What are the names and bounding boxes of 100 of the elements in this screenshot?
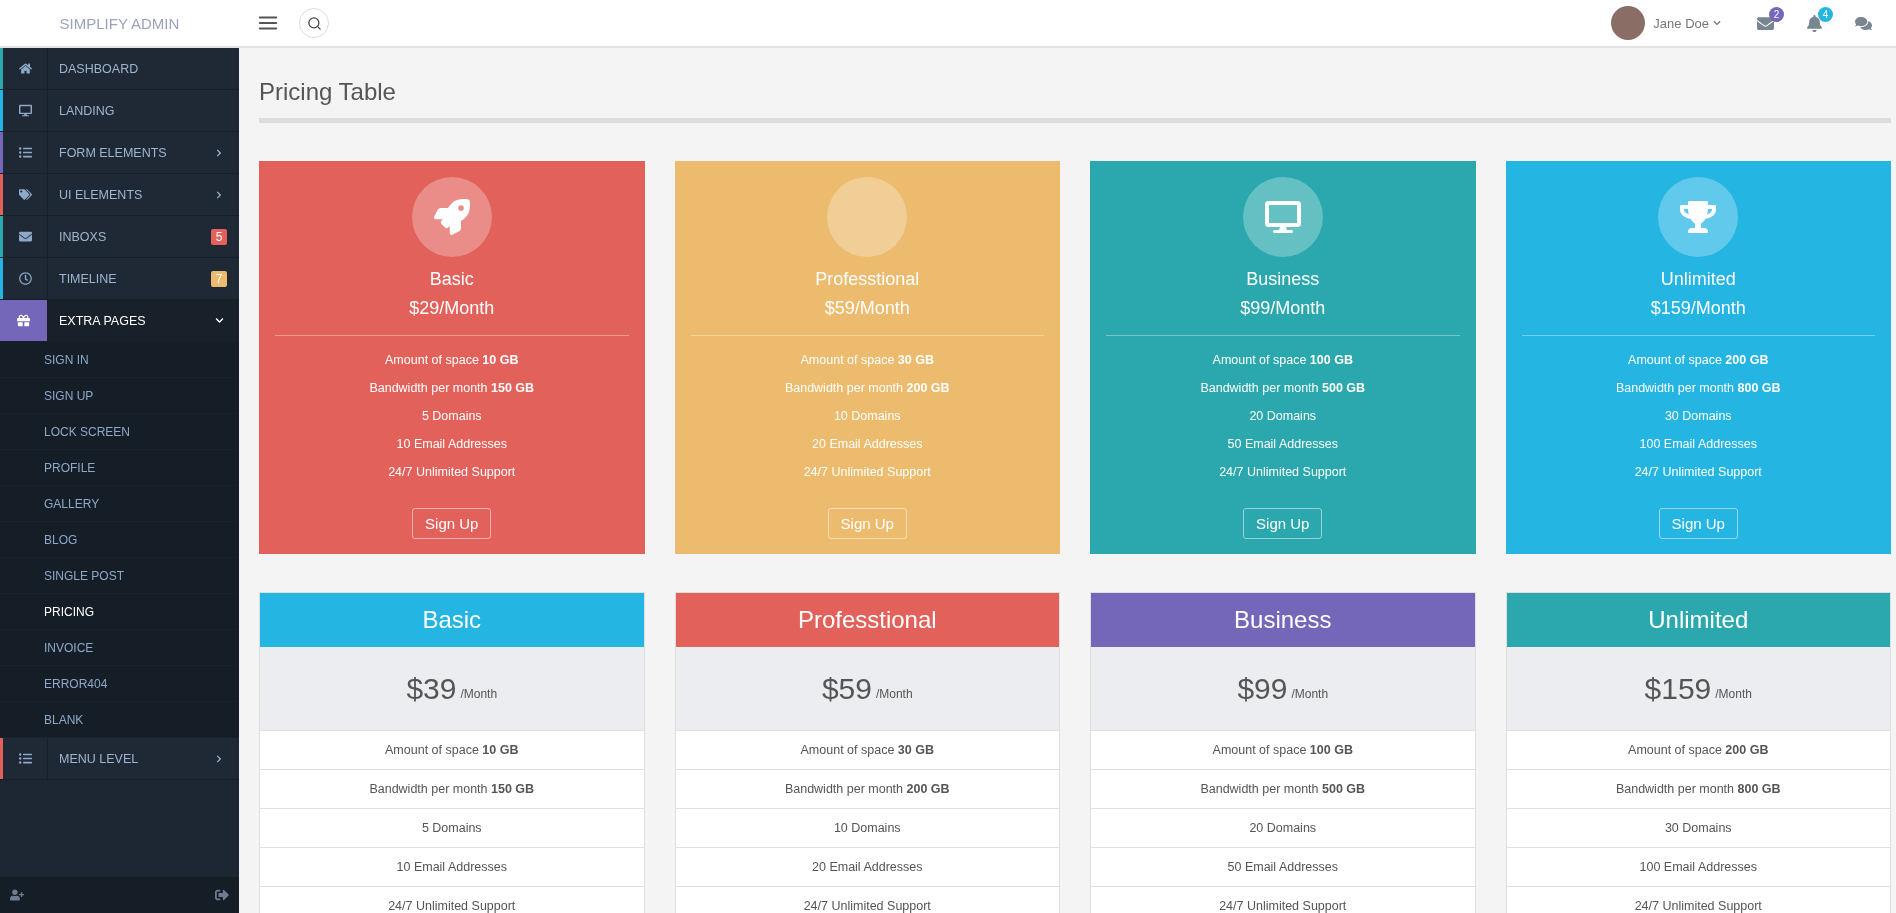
plan-feature: Bandwidth per month 150 GB — [369, 380, 535, 397]
caret-icon — [1713, 19, 1721, 27]
sidebar-item[interactable]: INBOXS 5 — [0, 216, 239, 258]
plan-feature: Bandwidth per month 500 GB — [1200, 782, 1366, 796]
plan-feature: 50 Email Addresses — [1227, 860, 1338, 874]
plan-name: Basic — [429, 269, 474, 290]
plan-period: /Month — [875, 686, 913, 701]
plan-header: Business — [1091, 593, 1475, 647]
plan-price: $99/Month — [1240, 298, 1326, 319]
plan-feature: 24/7 Unlimited Support — [1219, 464, 1347, 481]
plan-feature: 5 Domains — [421, 821, 482, 835]
plan-period: /Month — [1715, 686, 1752, 701]
plan-feature: Amount of space 200 GB — [1628, 743, 1769, 757]
bell-icon[interactable] — [1806, 14, 1823, 32]
sidebar-item[interactable]: EXTRA PAGES — [0, 300, 239, 342]
list-icon — [18, 752, 32, 765]
plan-feature: 20 Domains — [1249, 821, 1317, 835]
sign-out-icon[interactable] — [215, 888, 229, 902]
plan-feature: Amount of space 10 GB — [385, 352, 519, 369]
plan-name: Business — [1246, 269, 1320, 290]
plan-header: Professtional — [675, 593, 1059, 647]
page-title: Pricing Table — [259, 48, 1891, 123]
plan-feature: 10 Email Addresses — [396, 436, 507, 453]
sidebar-item[interactable]: LANDING — [0, 90, 239, 132]
submenu-item[interactable]: PROFILE — [0, 450, 239, 486]
plan-name: Unlimited — [1660, 269, 1736, 290]
plan-feature: Bandwidth per month 800 GB — [1615, 380, 1781, 397]
plan-price: $59/Month — [824, 298, 910, 319]
search-button[interactable] — [299, 8, 329, 38]
plan-feature: Bandwidth per month 150 GB — [369, 782, 535, 796]
search-icon — [306, 15, 322, 31]
plan-amount: $39 — [406, 671, 457, 706]
submenu-item[interactable]: INVOICE — [0, 630, 239, 666]
plan-feature: Bandwidth per month 500 GB — [1200, 380, 1366, 397]
submenu-item[interactable]: SIGN IN — [0, 342, 239, 378]
submenu-item[interactable]: ERROR404 — [0, 666, 239, 702]
desktop-icon — [18, 104, 32, 117]
plan-feature: Amount of space 200 GB — [1628, 352, 1769, 369]
mail-icon[interactable] — [1757, 14, 1774, 32]
plan-feature: 24/7 Unlimited Support — [803, 899, 931, 913]
count-badge: 7 — [210, 270, 228, 287]
plan-feature: Bandwidth per month 800 GB — [1615, 782, 1781, 796]
plan-header: Unlimited — [1506, 593, 1890, 647]
sidebar-item[interactable]: FORM ELEMENTS — [0, 132, 239, 174]
plan-price: $159/Month — [1650, 298, 1746, 319]
plan-feature: 24/7 Unlimited Support — [1634, 899, 1762, 913]
plan-feature: 100 Email Addresses — [1639, 436, 1757, 453]
submenu-item[interactable]: BLOG — [0, 522, 239, 558]
plan-feature: 30 Domains — [1664, 821, 1732, 835]
plan-feature: 24/7 Unlimited Support — [1634, 464, 1762, 481]
sidebar-item[interactable]: TIMELINE 7 — [0, 258, 239, 300]
sidebar-item[interactable]: DASHBOARD — [0, 48, 239, 90]
plan-feature: 50 Email Addresses — [1227, 436, 1338, 453]
submenu-item[interactable]: BLANK — [0, 702, 239, 738]
plan-feature: Bandwidth per month 200 GB — [784, 782, 950, 796]
submenu-item[interactable]: PRICING — [0, 594, 239, 630]
plan-header: Basic — [260, 593, 644, 647]
gift-icon — [17, 314, 30, 327]
plan-period: /Month — [1291, 686, 1329, 701]
plan-feature: 20 Email Addresses — [812, 860, 923, 874]
plan-amount: $159 — [1644, 671, 1712, 706]
add-user-icon[interactable] — [10, 888, 24, 902]
plan-feature: Amount of space 10 GB — [385, 743, 519, 757]
plan-feature: 24/7 Unlimited Support — [388, 464, 516, 481]
brand-logo: SIMPLIFY ADMIN — [58, 14, 181, 32]
plan-feature: Amount of space 30 GB — [800, 743, 934, 757]
user-avatar[interactable] — [1611, 6, 1646, 40]
plan-feature: 20 Email Addresses — [812, 436, 923, 453]
plan-amount: $99 — [1237, 671, 1288, 706]
chat-icon[interactable] — [1855, 14, 1872, 32]
count-badge: 2 — [1769, 6, 1784, 22]
plan-name: Professtional — [815, 269, 920, 290]
plan-feature: 100 Email Addresses — [1639, 860, 1757, 874]
plan-feature: 5 Domains — [421, 408, 482, 425]
submenu-item[interactable]: GALLERY — [0, 486, 239, 522]
plan-feature: 24/7 Unlimited Support — [1219, 899, 1347, 913]
plan-feature: 30 Domains — [1664, 408, 1732, 425]
sidebar-item[interactable]: UI ELEMENTS — [0, 174, 239, 216]
plan-feature: 10 Domains — [833, 821, 901, 835]
count-badge: 5 — [210, 228, 228, 245]
plan-feature: 24/7 Unlimited Support — [803, 464, 931, 481]
plan-period: /Month — [460, 686, 498, 701]
count-badge: 4 — [1818, 6, 1833, 22]
plan-feature: Amount of space 100 GB — [1212, 352, 1353, 369]
plan-feature: Amount of space 30 GB — [800, 352, 934, 369]
user-menu[interactable]: Jane Doe — [1653, 15, 1721, 31]
plan-amount: $59 — [821, 671, 872, 706]
submenu-item[interactable]: LOCK SCREEN — [0, 414, 239, 450]
plan-price: $29/Month — [409, 298, 495, 319]
list-icon — [18, 146, 32, 159]
plan-feature: 10 Email Addresses — [396, 860, 507, 874]
mail-icon — [18, 230, 32, 243]
sidebar-item[interactable]: MENU LEVEL — [0, 738, 239, 780]
plan-feature: 20 Domains — [1249, 408, 1317, 425]
plan-feature: 24/7 Unlimited Support — [388, 899, 516, 913]
plan-feature: 10 Domains — [833, 408, 901, 425]
plan-feature: Amount of space 100 GB — [1212, 743, 1353, 757]
submenu-item[interactable]: SIGN UP — [0, 378, 239, 414]
home-icon — [18, 62, 32, 75]
submenu-item[interactable]: SINGLE POST — [0, 558, 239, 594]
